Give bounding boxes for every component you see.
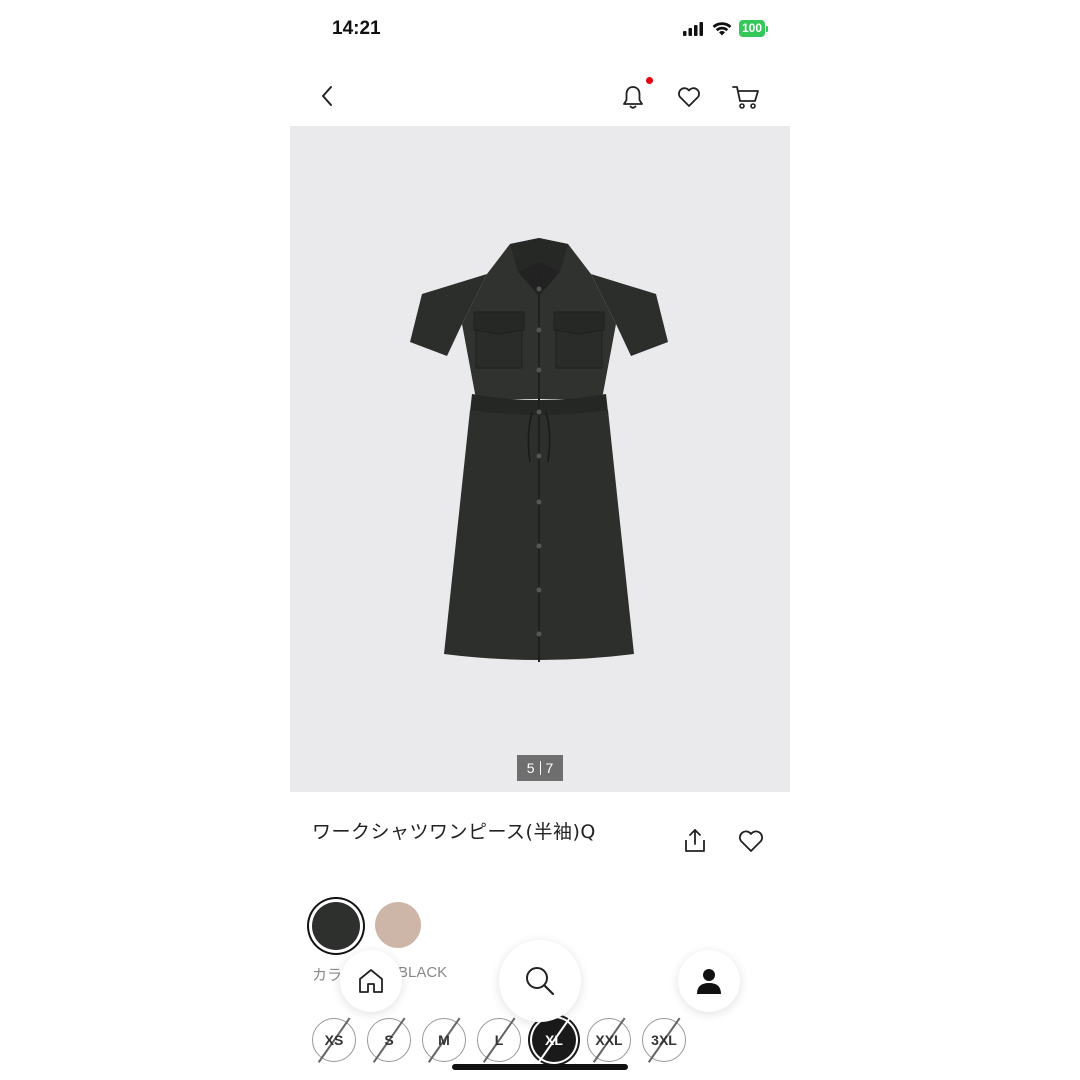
heart-icon[interactable] (676, 84, 702, 110)
search-icon (526, 967, 555, 996)
size-label: XS (324, 1032, 344, 1048)
home-indicator (452, 1064, 628, 1070)
size-label: 3XL (651, 1032, 677, 1048)
signal-icon (682, 21, 703, 36)
color-value: BLACK (398, 964, 448, 981)
size-selector: XS S M L XL XXL 3XL (312, 1017, 686, 1063)
top-nav (290, 74, 790, 120)
size-label: XXL (595, 1032, 623, 1048)
size-chip-xxl[interactable]: XXL (587, 1017, 631, 1063)
favorite-heart-icon[interactable] (737, 828, 765, 854)
pager-current: 5 (526, 760, 535, 776)
battery-level: 100 (738, 20, 765, 37)
image-pager: 5 7 (517, 755, 563, 781)
size-label: S (384, 1032, 394, 1048)
notification-dot (646, 77, 653, 84)
size-chip-xs[interactable]: XS (312, 1017, 356, 1063)
battery-icon: 100 (738, 20, 768, 37)
product-image (410, 238, 668, 662)
pager-total: 7 (545, 760, 554, 776)
size-label: L (494, 1032, 504, 1048)
color-swatch-beige[interactable] (375, 902, 421, 948)
color-swatch-black[interactable] (312, 902, 360, 950)
phone-screen: 14:21 100 5 7 ワークシャツワンピース(半袖)Q カラー BLACK… (290, 0, 790, 1080)
home-button[interactable] (340, 950, 402, 1012)
product-title: ワークシャツワンピース(半袖)Q (312, 821, 596, 843)
cart-icon[interactable] (732, 84, 760, 110)
status-time: 14:21 (332, 18, 381, 39)
size-chip-3xl[interactable]: 3XL (642, 1017, 686, 1063)
bell-icon[interactable] (620, 84, 646, 110)
product-image-carousel[interactable]: 5 7 (290, 126, 790, 792)
wifi-icon (712, 21, 732, 35)
account-button[interactable] (678, 950, 740, 1012)
size-chip-l[interactable]: L (477, 1017, 521, 1063)
size-chip-xl[interactable]: XL (532, 1017, 576, 1063)
size-chip-s[interactable]: S (367, 1017, 411, 1063)
size-chip-m[interactable]: M (422, 1017, 466, 1063)
back-chevron-icon[interactable] (316, 84, 340, 108)
share-icon[interactable] (682, 828, 708, 854)
size-label: XL (545, 1032, 563, 1048)
home-icon (359, 969, 383, 993)
status-icons: 100 (682, 20, 768, 37)
size-label: M (438, 1032, 450, 1048)
search-button[interactable] (499, 940, 581, 1022)
user-icon (697, 969, 721, 994)
